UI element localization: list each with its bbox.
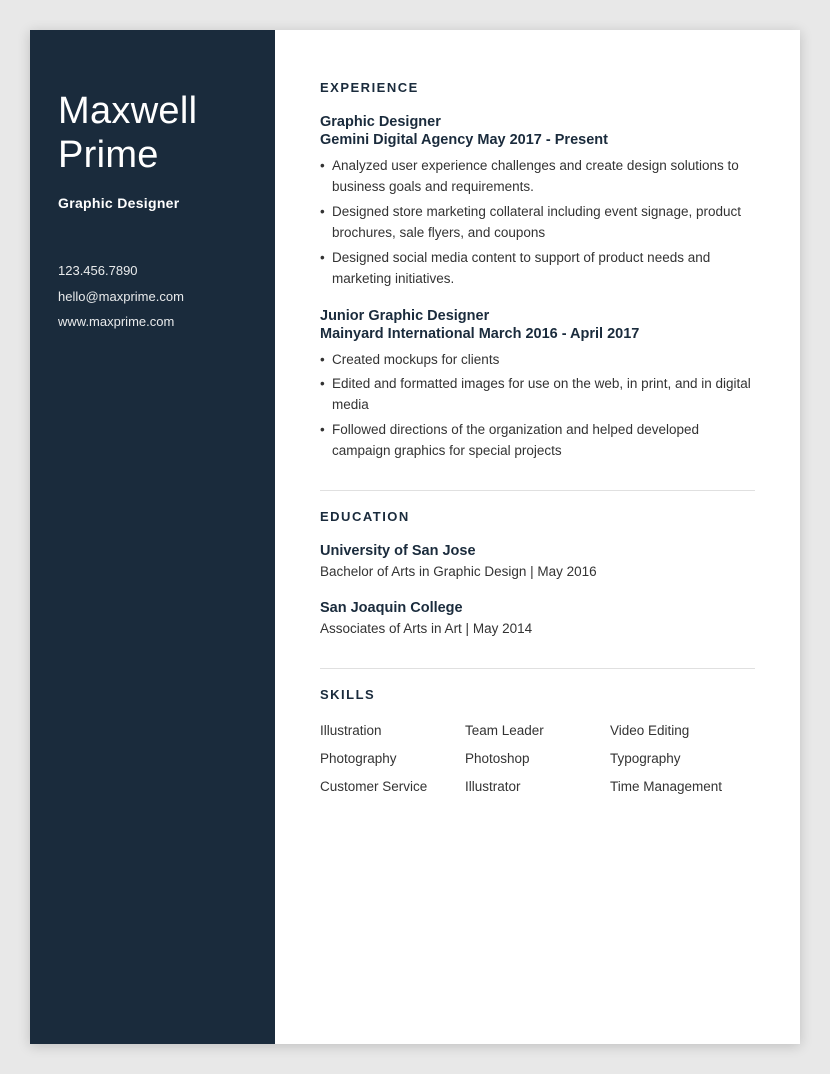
job-title-2: Junior Graphic Designer xyxy=(320,308,755,324)
edu-entry-2: San Joaquin College Associates of Arts i… xyxy=(320,600,755,639)
job-company-date-2: Mainyard International March 2016 - Apri… xyxy=(320,326,755,342)
degree-2: Associates of Arts in Art | May 2014 xyxy=(320,619,755,639)
main-content: EXPERIENCE Graphic Designer Gemini Digit… xyxy=(275,30,800,1044)
skill-1-2: Photography xyxy=(320,749,465,769)
bullet-2-2: Edited and formatted images for use on t… xyxy=(320,374,755,416)
sidebar: Maxwell Prime Graphic Designer 123.456.7… xyxy=(30,30,275,1044)
phone-number: 123.456.7890 xyxy=(58,261,247,281)
skill-1-1: Illustration xyxy=(320,721,465,741)
skill-2-1: Team Leader xyxy=(465,721,610,741)
skills-col-3: Video Editing Typography Time Management xyxy=(610,721,755,798)
experience-heading: EXPERIENCE xyxy=(320,80,755,100)
experience-section: EXPERIENCE Graphic Designer Gemini Digit… xyxy=(320,80,755,462)
education-section: EDUCATION University of San Jose Bachelo… xyxy=(320,490,755,640)
skill-2-2: Photoshop xyxy=(465,749,610,769)
job-entry-2: Junior Graphic Designer Mainyard Interna… xyxy=(320,308,755,463)
skill-3-2: Typography xyxy=(610,749,755,769)
candidate-name: Maxwell Prime xyxy=(58,90,247,177)
bullet-1-3: Designed social media content to support… xyxy=(320,248,755,290)
school-name-1: University of San Jose xyxy=(320,543,755,559)
skill-3-1: Video Editing xyxy=(610,721,755,741)
bullet-1-2: Designed store marketing collateral incl… xyxy=(320,202,755,244)
job-bullets-1: Analyzed user experience challenges and … xyxy=(320,156,755,290)
education-heading: EDUCATION xyxy=(320,509,755,529)
bullet-2-3: Followed directions of the organization … xyxy=(320,420,755,462)
skill-1-3: Customer Service xyxy=(320,777,465,797)
resume-document: Maxwell Prime Graphic Designer 123.456.7… xyxy=(30,30,800,1044)
skills-grid: Illustration Photography Customer Servic… xyxy=(320,721,755,798)
degree-1: Bachelor of Arts in Graphic Design | May… xyxy=(320,562,755,582)
bullet-2-1: Created mockups for clients xyxy=(320,350,755,371)
contact-info: 123.456.7890 hello@maxprime.com www.maxp… xyxy=(58,261,247,332)
skills-col-2: Team Leader Photoshop Illustrator xyxy=(465,721,610,798)
email-address: hello@maxprime.com xyxy=(58,287,247,307)
skills-col-1: Illustration Photography Customer Servic… xyxy=(320,721,465,798)
education-divider xyxy=(320,490,755,491)
skills-divider xyxy=(320,668,755,669)
candidate-title: Graphic Designer xyxy=(58,195,247,211)
website-url: www.maxprime.com xyxy=(58,312,247,332)
job-bullets-2: Created mockups for clients Edited and f… xyxy=(320,350,755,463)
skill-3-3: Time Management xyxy=(610,777,755,797)
edu-entry-1: University of San Jose Bachelor of Arts … xyxy=(320,543,755,582)
skill-2-3: Illustrator xyxy=(465,777,610,797)
job-entry-1: Graphic Designer Gemini Digital Agency M… xyxy=(320,114,755,290)
skills-section: SKILLS Illustration Photography Customer… xyxy=(320,668,755,798)
bullet-1-1: Analyzed user experience challenges and … xyxy=(320,156,755,198)
job-title-1: Graphic Designer xyxy=(320,114,755,130)
school-name-2: San Joaquin College xyxy=(320,600,755,616)
skills-heading: SKILLS xyxy=(320,687,755,707)
job-company-date-1: Gemini Digital Agency May 2017 - Present xyxy=(320,132,755,148)
